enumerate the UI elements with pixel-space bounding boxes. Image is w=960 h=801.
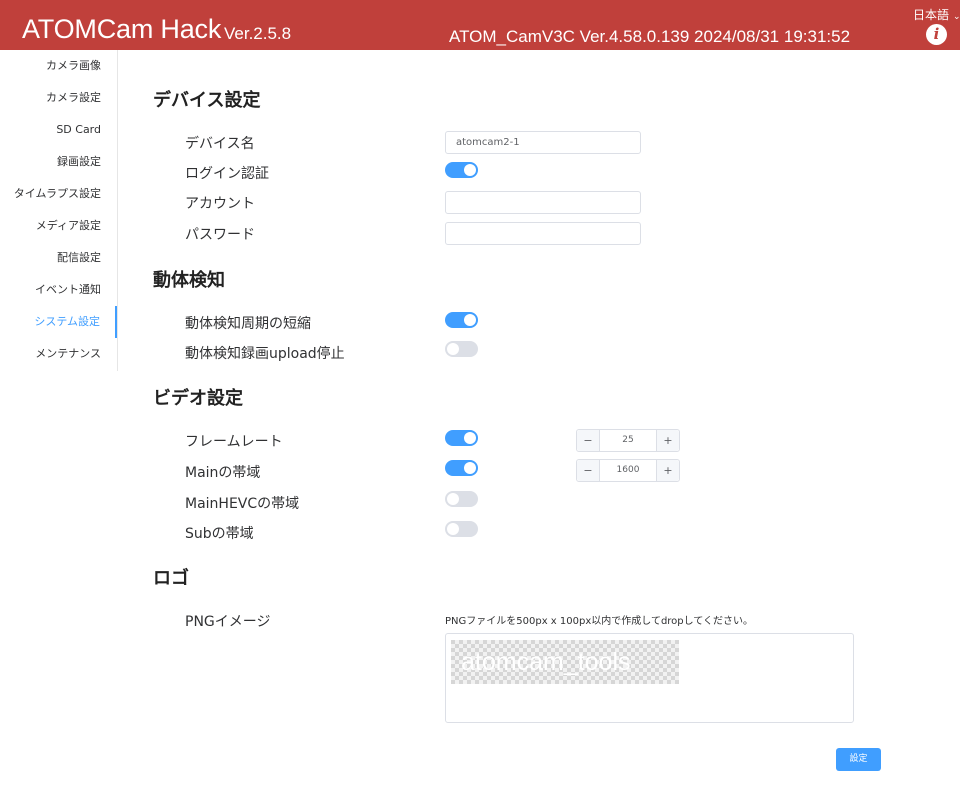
video-section-title: ビデオ設定 [153, 388, 243, 409]
framerate-stepper: − 25 + [576, 429, 680, 452]
password-label: パスワード [185, 227, 255, 243]
png-dropzone[interactable]: atomcam_tools [445, 633, 854, 723]
switch-knob [447, 523, 459, 535]
motion-shorten-switch[interactable] [445, 312, 478, 328]
switch-knob [464, 462, 476, 474]
framerate-label: フレームレート [185, 434, 283, 450]
framerate-value[interactable]: 25 [600, 430, 656, 451]
chevron-down-icon: ⌄ [953, 12, 960, 22]
switch-knob [447, 493, 459, 505]
framerate-increment-button[interactable]: + [656, 430, 679, 451]
login-auth-label: ログイン認証 [185, 166, 269, 182]
app-title: ATOMCam Hack [22, 14, 222, 44]
mainhevc-bandwidth-label: MainHEVCの帯域 [185, 496, 300, 512]
device-section-title: デバイス設定 [153, 90, 261, 111]
logo-preview-image: atomcam_tools [451, 640, 679, 684]
png-image-label: PNGイメージ [185, 614, 271, 630]
sidebar-item-camera-image[interactable]: カメラ画像 [0, 50, 117, 82]
device-name-label: デバイス名 [185, 136, 255, 152]
info-icon[interactable]: i [926, 24, 947, 45]
motion-section-title: 動体検知 [153, 270, 225, 291]
switch-knob [464, 432, 476, 444]
sidebar-item-recording[interactable]: 録画設定 [0, 146, 117, 178]
sidebar-item-event-notify[interactable]: イベント通知 [0, 274, 117, 306]
language-label: 日本語 [913, 8, 950, 22]
framerate-decrement-button[interactable]: − [577, 430, 600, 451]
account-input[interactable] [445, 191, 641, 214]
sidebar-item-timelapse[interactable]: タイムラプス設定 [0, 178, 117, 210]
motion-upload-stop-label: 動体検知録画upload停止 [185, 346, 345, 362]
sub-bandwidth-switch[interactable] [445, 521, 478, 537]
submit-button[interactable]: 設定 [836, 748, 881, 771]
main-bandwidth-stepper: − 1600 + [576, 459, 680, 482]
language-select[interactable]: 日本語 ⌄ [913, 6, 960, 23]
sidebar: カメラ画像 カメラ設定 SD Card 録画設定 タイムラプス設定 メディア設定… [0, 50, 118, 371]
sidebar-item-camera-settings[interactable]: カメラ設定 [0, 82, 117, 114]
main-bandwidth-label: Mainの帯域 [185, 465, 261, 481]
sidebar-item-maintenance[interactable]: メンテナンス [0, 338, 117, 370]
motion-upload-stop-switch[interactable] [445, 341, 478, 357]
login-auth-switch[interactable] [445, 162, 478, 178]
motion-shorten-label: 動体検知周期の短縮 [185, 316, 311, 332]
camera-info: ATOM_CamV3C Ver.4.58.0.139 2024/08/31 19… [449, 27, 851, 46]
app-header: ATOMCam Hack Ver.2.5.8 ATOM_CamV3C Ver.4… [0, 0, 960, 50]
app-version: Ver.2.5.8 [224, 24, 292, 43]
account-label: アカウント [185, 196, 255, 212]
sidebar-item-system[interactable]: システム設定 [0, 306, 117, 338]
main-bandwidth-switch[interactable] [445, 460, 478, 476]
sidebar-item-media[interactable]: メディア設定 [0, 210, 117, 242]
main-bandwidth-decrement-button[interactable]: − [577, 460, 600, 481]
password-input[interactable] [445, 222, 641, 245]
device-name-input[interactable] [445, 131, 641, 154]
main-bandwidth-value[interactable]: 1600 [600, 460, 656, 481]
png-upload-hint: PNGファイルを500px x 100px以内で作成してdropしてください。 [445, 616, 754, 627]
mainhevc-bandwidth-switch[interactable] [445, 491, 478, 507]
sub-bandwidth-label: Subの帯域 [185, 526, 254, 542]
logo-section-title: ロゴ [153, 568, 189, 589]
sidebar-item-sd-card[interactable]: SD Card [0, 114, 117, 146]
switch-knob [447, 343, 459, 355]
framerate-switch[interactable] [445, 430, 478, 446]
sidebar-item-streaming[interactable]: 配信設定 [0, 242, 117, 274]
switch-knob [464, 164, 476, 176]
main-bandwidth-increment-button[interactable]: + [656, 460, 679, 481]
switch-knob [464, 314, 476, 326]
